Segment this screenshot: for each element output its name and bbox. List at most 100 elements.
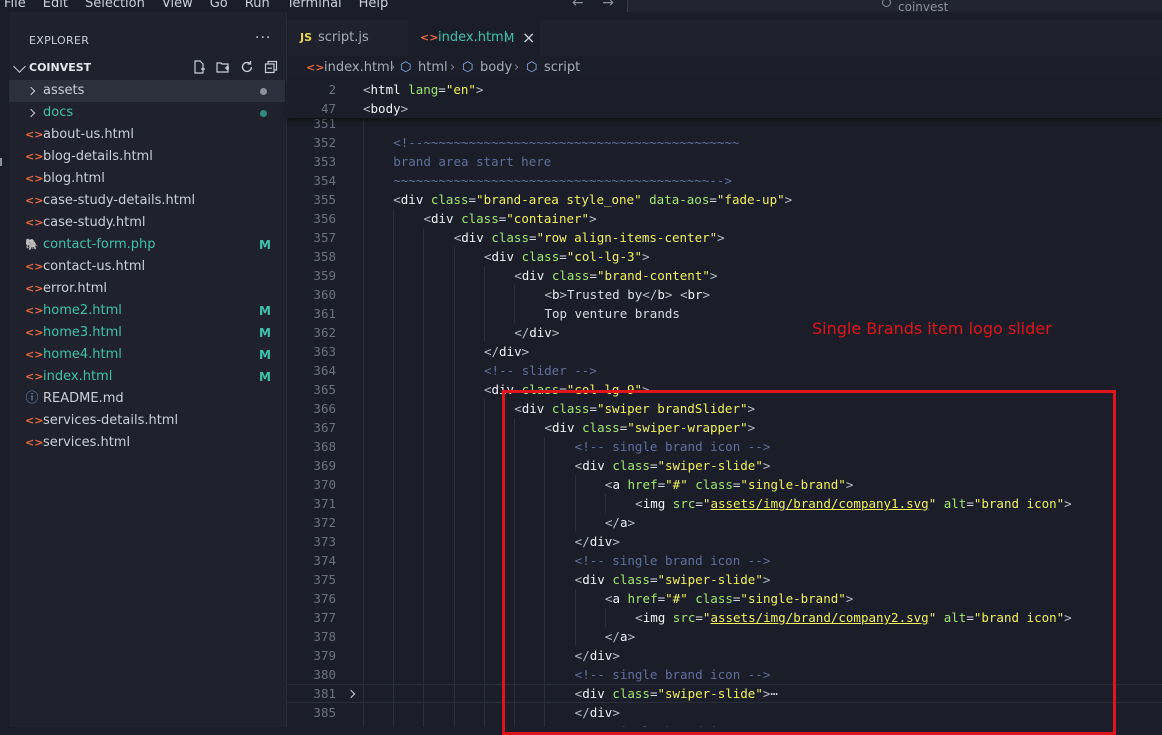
tree-item-docs[interactable]: docs <box>9 102 285 124</box>
refresh-icon[interactable] <box>240 60 254 74</box>
code-line[interactable]: 369 <div class="swiper-slide"> <box>287 456 1162 475</box>
code-line[interactable]: 368 <!-- single brand icon --> <box>287 437 1162 456</box>
code-token: </ <box>574 705 590 720</box>
code-line[interactable]: 358 <div class="col-lg-3"> <box>287 247 1162 266</box>
indent-guide <box>453 323 455 342</box>
code-area[interactable]: 351 352 <!--~~~~~~~~~~~~~~~~~~~~~~~~~~~~~~… <box>287 118 1162 727</box>
indent-guide <box>483 627 485 646</box>
tree-item-blog-html[interactable]: <> blog.html <box>9 168 285 190</box>
code-line[interactable]: 385 </div> <box>287 703 1162 722</box>
code-token: div <box>551 420 575 435</box>
menu-item-file[interactable]: File <box>4 0 26 12</box>
code-line[interactable]: 355 <div class="brand-area style_one" dat… <box>287 190 1162 209</box>
code-line[interactable]: 356 <div class="container"> <box>287 209 1162 228</box>
tree-item-contact-us-html[interactable]: <> contact-us.html <box>9 256 285 278</box>
tree-item-error-html[interactable]: <> error.html <box>9 278 285 300</box>
new-file-icon[interactable] <box>192 60 206 74</box>
fold-chevron-icon[interactable] <box>346 689 356 699</box>
menu-item-help[interactable]: Help <box>359 0 389 12</box>
tree-item-home2-html[interactable]: <> home2.html M <box>9 300 285 322</box>
html-file-icon: <> <box>25 150 44 163</box>
code-line[interactable]: 366 <div class="swiper brandSlider"> <box>287 399 1162 418</box>
line-number: 365 <box>313 382 336 397</box>
code-line[interactable]: 354 ~~~~~~~~~~~~~~~~~~~~~~~~~~~~~~~~~~~~~… <box>287 171 1162 190</box>
code-line[interactable]: 374 <!-- single brand icon --> <box>287 551 1162 570</box>
code-line[interactable]: 380 <!-- single brand icon --> <box>287 665 1162 684</box>
breadcrumb-body[interactable]: body <box>480 56 512 80</box>
tree-item-about-us-html[interactable]: <> about-us.html <box>9 124 285 146</box>
element-icon: ⬡ <box>462 60 474 75</box>
menu-item-view[interactable]: View <box>162 0 193 12</box>
forward-arrow-icon[interactable]: → <box>602 0 614 11</box>
tree-item-index-html[interactable]: <> index.html M <box>9 366 285 388</box>
code-line[interactable]: 353 brand area start here <box>287 152 1162 171</box>
tab-script-js[interactable]: JS script.js <box>287 20 407 56</box>
code-line[interactable]: 360 <b>Trusted by</b> <br> <box>287 285 1162 304</box>
tree-item-readme-md[interactable]: ⓘ README.md <box>9 388 285 410</box>
code-token: "brand icon" <box>973 610 1065 625</box>
tree-item-home4-html[interactable]: <> home4.html M <box>9 344 285 366</box>
indent-guide <box>423 608 425 627</box>
menu-item-go[interactable]: Go <box>210 0 228 12</box>
indent-guide <box>423 627 425 646</box>
tree-item-services-html[interactable]: <> services.html <box>9 432 285 454</box>
code-line[interactable]: 363 </div> <box>287 342 1162 361</box>
line-number: 371 <box>313 496 336 511</box>
tree-item-blog-details-html[interactable]: <> blog-details.html <box>9 146 285 168</box>
project-header[interactable]: COINVEST <box>9 59 286 79</box>
code-line[interactable]: 367 <div class="swiper-wrapper"> <box>287 418 1162 437</box>
code-line[interactable]: 379 </div> <box>287 646 1162 665</box>
indent-guide <box>453 513 455 532</box>
breadcrumb-html[interactable]: html <box>418 56 448 80</box>
code-text: </div> <box>514 323 559 342</box>
chevron-right-icon <box>26 86 36 96</box>
code-line[interactable]: 47 <body> <box>287 99 1162 118</box>
new-folder-icon[interactable] <box>216 60 230 74</box>
tree-item-contact-form-php[interactable]: 🐘 contact-form.php M <box>9 234 285 256</box>
code-line[interactable]: 351 <box>287 118 1162 133</box>
code-line[interactable]: 371 <img src="assets/img/brand/company1.s… <box>287 494 1162 513</box>
code-token: "brand icon" <box>973 496 1065 511</box>
code-line[interactable]: 378 </a> <box>287 627 1162 646</box>
code-text: <div class="swiper-wrapper"> <box>544 418 755 437</box>
tree-item-case-study-html[interactable]: <> case-study.html <box>9 212 285 234</box>
menu-item-selection[interactable]: Selection <box>85 0 145 12</box>
code-line[interactable]: 357 <div class="row align-items-center"> <box>287 228 1162 247</box>
tree-item-assets[interactable]: assets <box>9 80 285 102</box>
code-line[interactable]: 375 <div class="swiper-slide"> <box>287 570 1162 589</box>
code-line[interactable]: 386 <!-- single brand icon --> <box>287 722 1162 727</box>
collapse-all-icon[interactable] <box>264 60 278 74</box>
tree-item-home3-html[interactable]: <> home3.html M <box>9 322 285 344</box>
menu-item-run[interactable]: Run <box>245 0 270 12</box>
code-token: src <box>672 610 696 625</box>
code-line[interactable]: 365 <div class="col-lg-9"> <box>287 380 1162 399</box>
back-arrow-icon[interactable]: ← <box>572 0 584 11</box>
indent-guide <box>514 304 516 323</box>
code-token: div <box>582 686 605 701</box>
code-token: <!-- single brand icon --> <box>574 667 771 682</box>
code-line[interactable]: 359 <div class="brand-content"> <box>287 266 1162 285</box>
line-number: 373 <box>313 534 336 549</box>
close-icon[interactable]: × <box>522 20 535 56</box>
code-line[interactable]: 377 <img src="assets/img/brand/company2.s… <box>287 608 1162 627</box>
tree-item-case-study-details-html[interactable]: <> case-study-details.html <box>9 190 285 212</box>
code-line[interactable]: 352 <!--~~~~~~~~~~~~~~~~~~~~~~~~~~~~~~~~~… <box>287 133 1162 152</box>
code-line[interactable]: 372 </a> <box>287 513 1162 532</box>
more-actions-icon[interactable]: ··· <box>255 30 271 46</box>
code-token: "swiper-slide" <box>657 458 763 473</box>
menu-item-terminal[interactable]: Terminal <box>287 0 342 12</box>
code-line[interactable]: 381 <div class="swiper-slide">⋯ <box>287 684 1162 704</box>
indent-guide <box>423 456 425 475</box>
code-line[interactable]: 364 <!-- slider --> <box>287 361 1162 380</box>
code-line[interactable]: 370 <a href="#" class="single-brand"> <box>287 475 1162 494</box>
breadcrumb-script[interactable]: script <box>544 56 580 80</box>
menu-item-edit[interactable]: Edit <box>43 0 68 12</box>
tab-index-html[interactable]: <> index.html M × <box>408 20 540 56</box>
command-center[interactable]: coinvest <box>627 0 1162 12</box>
code-line[interactable]: 2 <html lang="en"> <box>287 80 1162 99</box>
code-line[interactable]: 373 </div> <box>287 532 1162 551</box>
breadcrumb-file[interactable]: index.html <box>324 56 393 80</box>
tree-item-services-details-html[interactable]: <> services-details.html <box>9 410 285 432</box>
code-line[interactable]: 376 <a href="#" class="single-brand"> <box>287 589 1162 608</box>
